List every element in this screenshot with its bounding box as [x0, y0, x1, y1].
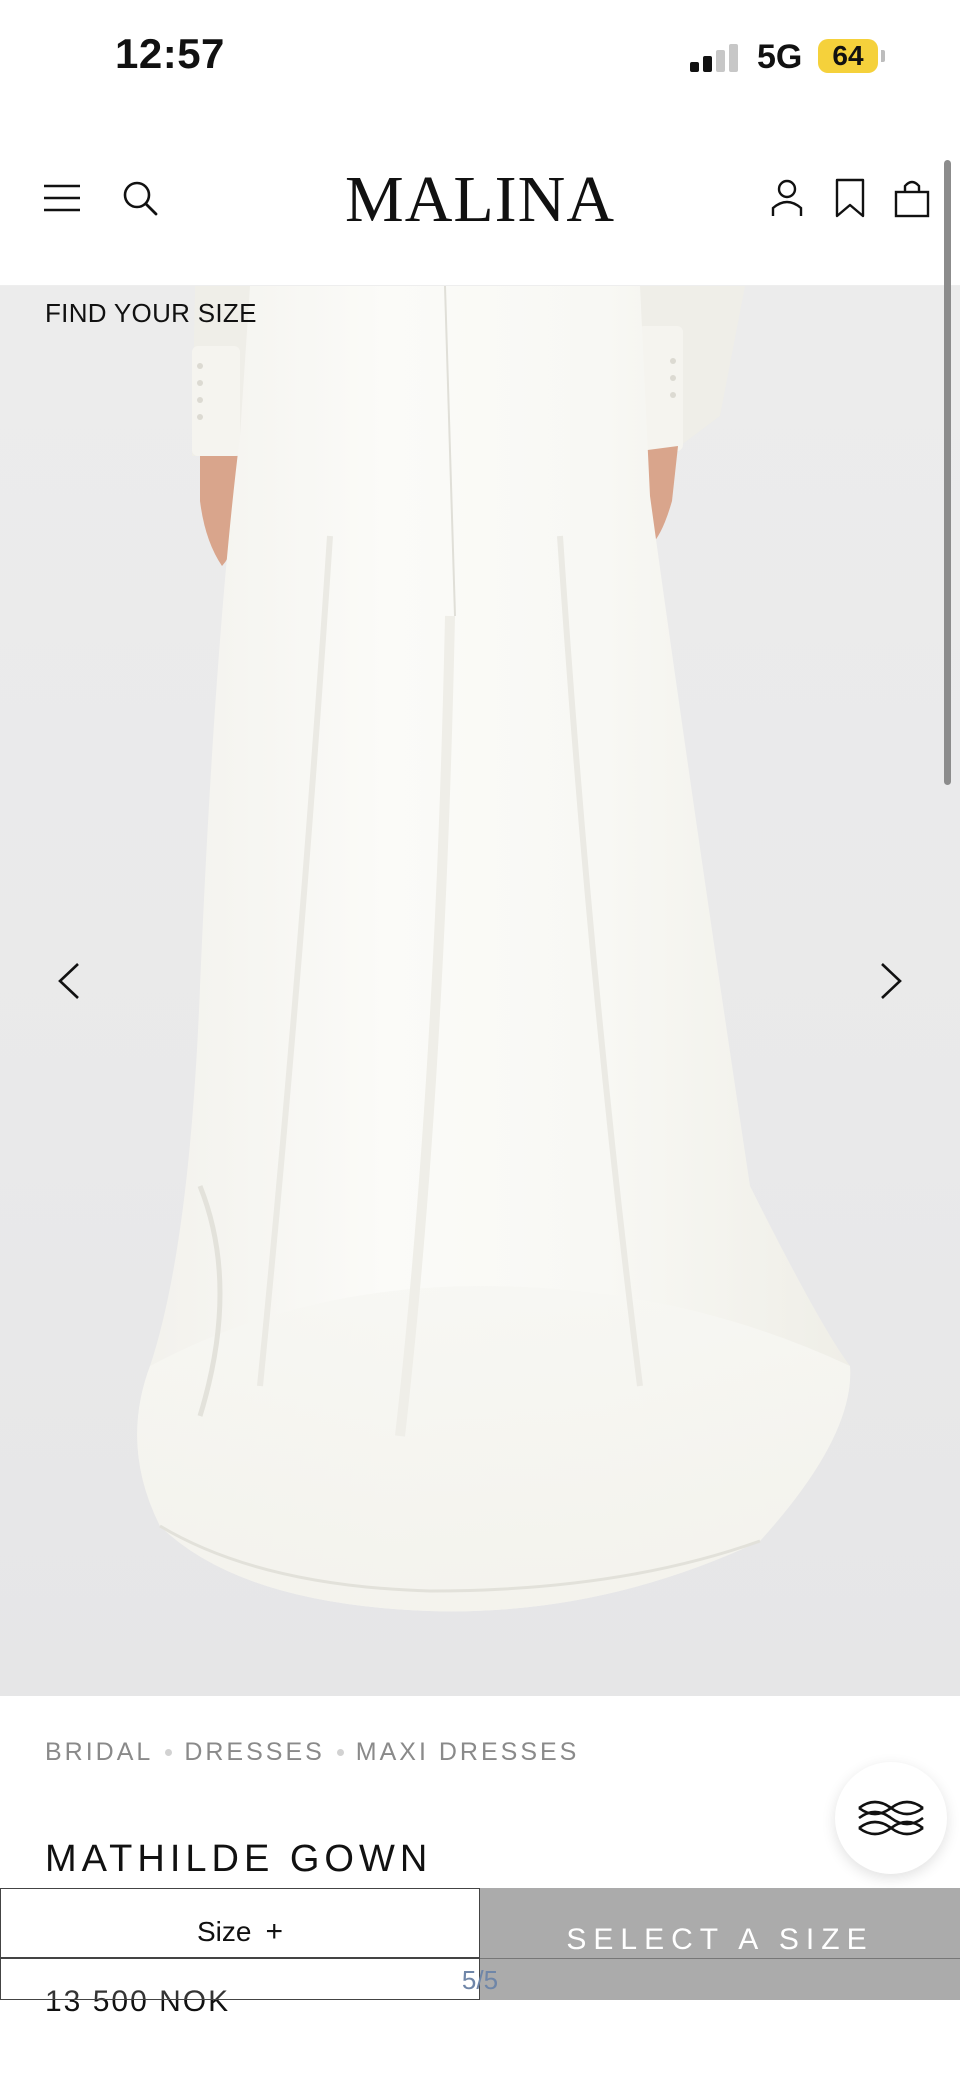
bookmark-icon[interactable] — [828, 176, 872, 220]
account-icon[interactable] — [765, 176, 809, 220]
battery-icon: 64 — [818, 39, 878, 73]
gallery-pager-right — [480, 1958, 960, 2000]
status-bar: 12:57 5G 64 — [0, 0, 960, 118]
breadcrumb-separator — [336, 1749, 344, 1756]
network-type: 5G — [757, 38, 803, 76]
chat-icon — [858, 1800, 924, 1836]
page-scrollbar[interactable] — [944, 160, 951, 785]
find-your-size-link[interactable]: FIND YOUR SIZE — [45, 298, 257, 329]
chevron-left-icon[interactable] — [40, 946, 100, 1016]
size-selector[interactable]: Size + — [0, 1888, 480, 1958]
battery-cap — [881, 50, 885, 62]
breadcrumb-item-maxi-dresses[interactable]: MAXI DRESSES — [356, 1738, 580, 1767]
breadcrumb: BRIDAL DRESSES MAXI DRESSES — [45, 1738, 579, 1767]
chevron-right-icon[interactable] — [860, 946, 920, 1016]
signal-icon — [690, 42, 742, 72]
gallery-pager: 5/5 — [461, 1965, 499, 1995]
select-size-button[interactable]: SELECT A SIZE — [480, 1888, 960, 1958]
breadcrumb-separator — [165, 1749, 173, 1756]
gallery-pager-box — [0, 1958, 480, 2000]
bag-icon[interactable] — [890, 176, 934, 220]
product-image-gallery[interactable]: FIND YOUR SIZE — [0, 286, 960, 1696]
breadcrumb-item-bridal[interactable]: BRIDAL — [45, 1738, 153, 1767]
site-header: MALINA — [0, 118, 960, 286]
chat-button[interactable] — [835, 1762, 947, 1874]
plus-icon: + — [265, 1915, 283, 1948]
product-title: MATHILDE GOWN — [45, 1838, 433, 1880]
status-time: 12:57 — [115, 30, 225, 77]
product-image — [137, 286, 851, 1612]
breadcrumb-item-dresses[interactable]: DRESSES — [184, 1738, 324, 1767]
size-selector-label-row: Size + — [1, 1915, 479, 1949]
brand-logo[interactable]: MALINA — [0, 162, 960, 238]
size-label: Size — [197, 1916, 252, 1947]
